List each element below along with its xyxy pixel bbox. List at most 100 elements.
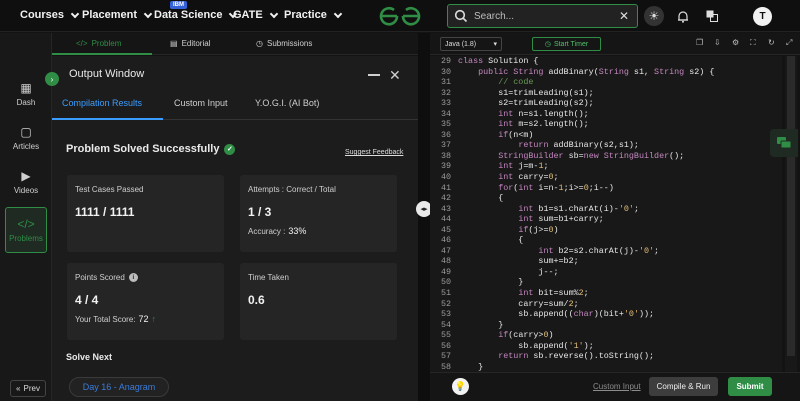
tests-passed-label: Test Cases Passed [75,185,144,194]
points-card: Points Scored i 4 / 4 Your Total Score: 72… [67,263,224,340]
avatar[interactable]: T [753,7,772,26]
rail-item-articles[interactable]: ▢ Articles [5,117,47,159]
download-icon[interactable]: ⇩ [714,38,721,47]
code-line[interactable]: 31 // code [430,77,782,88]
code-line[interactable]: 51 int bit=sum%2; [430,288,782,299]
line-text: return addBinary(s2,s1); [518,140,639,151]
solve-next-heading: Solve Next [66,352,113,362]
code-line[interactable]: 45 if(j>=0) [430,225,782,236]
points-label-row: Points Scored i [75,273,138,282]
code-line[interactable]: 46 { [430,235,782,246]
code-line[interactable]: 40 int carry=0; [430,172,782,183]
prev-button[interactable]: «Prev [10,380,46,397]
line-text: int b2=s2.charAt(j)-'0'; [538,245,660,256]
submit-button[interactable]: Submit [728,377,772,396]
compile-run-button[interactable]: Compile & Run [649,377,718,396]
problem-tabs: </> Problem ▤ Editorial ◷ Submissions [52,33,418,55]
code-line[interactable]: 54 } [430,320,782,331]
code-line[interactable]: 56 sb.append('1'); [430,341,782,352]
code-line[interactable]: 32 s1=trimLeading(s1); [430,88,782,99]
code-line[interactable]: 50 } [430,277,782,288]
top-navigation: Courses Placement IBM Data Science GATE … [0,0,800,32]
code-line[interactable]: 47 int b2=s2.charAt(j)-'0'; [430,246,782,257]
code-line[interactable]: 35 int m=s2.length(); [430,119,782,130]
language-value: Java (1.8) [445,40,477,48]
points-label: Points Scored [75,273,125,282]
line-text: public String addBinary(String s1, Strin… [478,66,715,77]
tab-yogi-ai-bot[interactable]: Y.O.G.I. (AI Bot) [255,98,319,108]
accuracy-label: Accuracy : [248,226,286,236]
line-number: 57 [440,351,451,362]
code-line[interactable]: 49 j--; [430,267,782,278]
next-problem-link[interactable]: Day 16 - Anagram [69,377,169,397]
pane-splitter[interactable] [418,33,430,401]
code-line[interactable]: 53 sb.append((char)(bit+'0')); [430,309,782,320]
search-input[interactable] [474,10,604,22]
translate-icon[interactable] [702,6,722,26]
tab-compilation-results[interactable]: Compilation Results [62,98,142,108]
code-line[interactable]: 39 int j=m-1; [430,161,782,172]
code-line[interactable]: 55 if(carry>0) [430,330,782,341]
rail-item-videos[interactable]: ▶ Videos [5,161,47,203]
gfg-logo-icon[interactable] [378,5,422,27]
custom-input-link[interactable]: Custom Input [593,382,641,391]
line-number: 48 [440,256,451,267]
nav-data-science[interactable]: Data Science [154,9,238,21]
code-line[interactable]: 44 int sum=b1+carry; [430,214,782,225]
tab-problem[interactable]: </> Problem [76,39,121,48]
code-line[interactable]: 33 s2=trimLeading(s2); [430,98,782,109]
start-timer-button[interactable]: ◷ Start Timer [532,37,601,51]
line-number: 41 [440,182,451,193]
close-icon[interactable]: ✕ [389,67,401,84]
expand-icon[interactable]: ⤢ [786,38,792,48]
tab-custom-input[interactable]: Custom Input [174,98,228,108]
code-line[interactable]: 42 { [430,193,782,204]
video-icon: ▶ [21,169,31,183]
code-line[interactable]: 48 sum+=b2; [430,256,782,267]
code-line[interactable]: 30 public String addBinary(String s1, St… [430,67,782,78]
code-line[interactable]: 34 int n=s1.length(); [430,109,782,120]
lightbulb-icon[interactable]: 💡 [452,378,469,395]
line-number: 52 [440,298,451,309]
nav-gate[interactable]: GATE [233,9,278,21]
theme-toggle-icon[interactable]: ☀ [644,6,664,26]
line-number: 51 [440,288,451,299]
line-number: 43 [440,203,451,214]
line-number: 39 [440,161,451,172]
tab-editorial[interactable]: ▤ Editorial [170,39,210,48]
reset-icon[interactable]: ↻ [768,38,775,47]
code-line[interactable]: 37 return addBinary(s2,s1); [430,140,782,151]
chat-icon[interactable] [770,129,798,157]
nav-courses[interactable]: Courses [20,9,80,21]
code-line[interactable]: 29 class Solution { [430,56,782,67]
code-icon: </> [76,39,88,48]
settings-icon[interactable]: ⚙ [732,38,739,47]
collapse-arrow-icon[interactable]: › [45,72,59,86]
line-number: 35 [440,119,451,130]
copy-icon[interactable]: ❐ [696,38,703,47]
notification-bell-icon[interactable] [673,6,693,26]
code-line[interactable]: 38 StringBuilder sb=new StringBuilder(); [430,151,782,162]
tab-submissions[interactable]: ◷ Submissions [256,39,312,48]
minimize-icon[interactable] [368,74,380,76]
code-editor[interactable]: 29 class Solution {30 public String addBi… [430,56,782,372]
suggest-feedback-link[interactable]: Suggest Feedback [345,149,403,156]
code-line[interactable]: 41 for(int i=n-1;i>=0;i--) [430,183,782,194]
line-number: 45 [440,224,451,235]
editor-bottom-bar: 💡 Custom Input Compile & Run Submit [430,372,800,401]
nav-placement[interactable]: Placement [82,9,153,21]
rail-item-problems[interactable]: </> Problems [5,207,47,253]
fullscreen-icon[interactable]: ⛶ [750,38,756,48]
code-line[interactable]: 52 carry=sum/2; [430,299,782,310]
code-line[interactable]: 36 if(n<m) [430,130,782,141]
editor-scrollbar-thumb[interactable] [787,56,795,356]
clear-search-icon[interactable]: ✕ [619,9,629,23]
code-line[interactable]: 43 int b1=s1.charAt(i)-'0'; [430,204,782,215]
nav-practice[interactable]: Practice [284,9,343,21]
code-line[interactable]: 57 return sb.reverse().toString(); [430,351,782,362]
search-bar[interactable]: ✕ [447,4,638,28]
code-line[interactable]: 58 } [430,362,782,372]
language-select[interactable]: Java (1.8) ▾ [440,37,502,51]
info-icon[interactable]: i [128,273,138,282]
rail-item-dash[interactable]: ▦ Dash [5,73,47,115]
